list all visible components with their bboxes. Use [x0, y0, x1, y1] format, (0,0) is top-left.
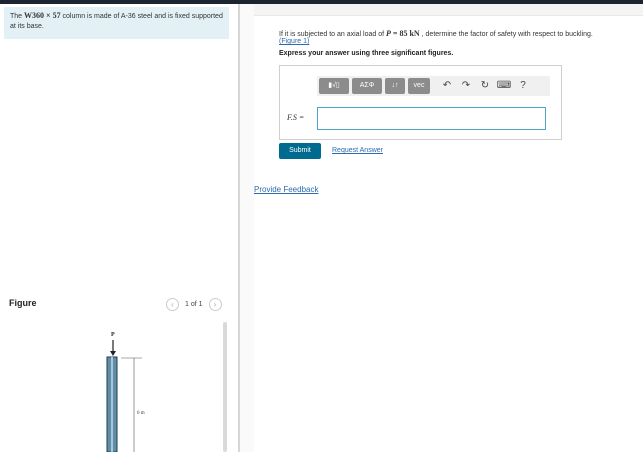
question-text-end: , determine the factor of safety with re…: [419, 31, 593, 38]
greek-symbols-button[interactable]: ΑΣΦ: [352, 78, 382, 94]
help-icon[interactable]: ?: [515, 78, 531, 94]
answer-instruction: Express your answer using three signific…: [279, 50, 454, 57]
problem-statement: The W360 × 57 column is made of A-36 ste…: [4, 7, 229, 39]
figure-scrollbar[interactable]: [223, 322, 227, 452]
length-label: 6 m: [137, 411, 145, 416]
figure-pager: ‹ 1 of 1 ›: [166, 298, 222, 311]
figure-link[interactable]: (Figure 1): [279, 38, 309, 45]
load-label: P: [111, 332, 115, 338]
request-answer-link[interactable]: Request Answer: [332, 147, 383, 154]
question-text-start: If it is subjected to an axial load of: [279, 31, 387, 38]
section-designation: W360 × 57: [24, 11, 61, 20]
submit-button[interactable]: Submit: [279, 143, 321, 159]
undo-icon[interactable]: ↶: [439, 78, 455, 94]
question-text: If it is subjected to an axial load of P…: [279, 29, 641, 40]
part-header: [254, 4, 643, 16]
column-diagram: P 6 m: [106, 332, 145, 452]
provide-feedback-link[interactable]: Provide Feedback: [254, 185, 318, 194]
figure-page-count: 1 of 1: [185, 301, 203, 308]
math-toolbar: ▮√▯ ΑΣΦ ↓↑ vec ↶ ↷ ↻ ⌨ ?: [317, 76, 550, 96]
redo-icon[interactable]: ↷: [458, 78, 474, 94]
factor-of-safety-input[interactable]: [317, 107, 546, 130]
answer-box: ▮√▯ ΑΣΦ ↓↑ vec ↶ ↷ ↻ ⌨ ? F.S =: [279, 65, 562, 140]
next-figure-button[interactable]: ›: [208, 298, 222, 311]
left-panel: The W360 × 57 column is made of A-36 ste…: [0, 4, 238, 452]
figure-image: P 6 m: [8, 320, 224, 452]
panel-gutter: [240, 4, 254, 452]
prev-figure-button[interactable]: ‹: [166, 298, 179, 311]
templates-button[interactable]: ▮√▯: [319, 78, 349, 94]
load-arrowhead: [110, 351, 116, 356]
figure-title: Figure: [9, 298, 37, 308]
problem-text-start: The: [10, 13, 25, 20]
keyboard-icon[interactable]: ⌨: [496, 78, 512, 94]
vector-button[interactable]: vec: [408, 78, 430, 94]
factor-of-safety-label: F.S =: [287, 113, 305, 122]
arrows-button[interactable]: ↓↑: [385, 78, 405, 94]
reset-icon[interactable]: ↻: [477, 78, 493, 94]
right-panel: If it is subjected to an axial load of P…: [254, 4, 643, 452]
load-value: = 85 kN: [390, 29, 420, 38]
